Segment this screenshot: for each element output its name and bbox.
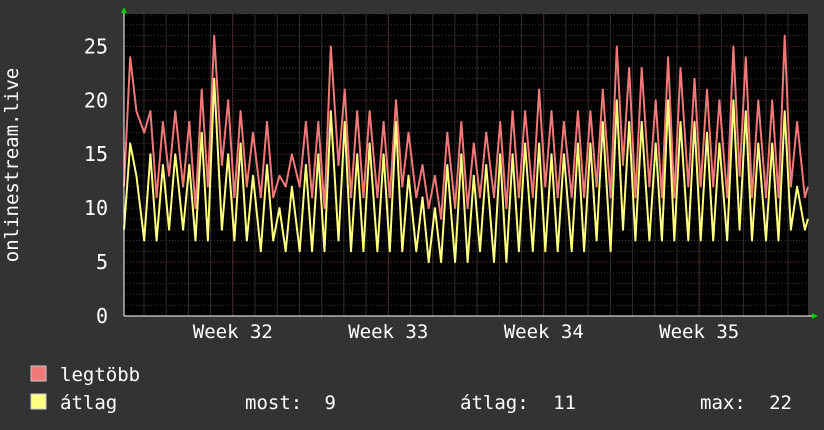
- chart: 0510152025 Week 32 Week 33 Week 34 Week 35 …: [1, 7, 818, 414]
- stat-max-value: 22: [769, 392, 792, 414]
- y-axis-arrow-icon: [121, 7, 127, 13]
- stat-most-value: 9: [325, 392, 336, 414]
- stat-most-label: most:: [245, 392, 302, 414]
- y-tick-label: 15: [84, 142, 108, 166]
- legend-label-legtobb: legtöbb: [60, 364, 140, 386]
- x-tick-label: Week 33: [348, 321, 428, 343]
- x-tick-label: Week 32: [193, 321, 273, 343]
- y-tick-label: 0: [96, 304, 108, 328]
- y-tick-label: 20: [84, 88, 108, 112]
- legend-label-atlag: átlag: [60, 392, 117, 414]
- stat-atlag-label: átlag:: [460, 392, 529, 414]
- x-tick-label: Week 35: [659, 321, 739, 343]
- legend-swatch-atlag: [30, 393, 47, 410]
- y-tick-label: 25: [84, 34, 108, 58]
- stat-atlag-value: 11: [553, 392, 576, 414]
- y-tick-label: 5: [96, 250, 108, 274]
- stats: most: 9 átlag: 11 max: 22: [245, 392, 792, 414]
- x-axis-arrow-icon: [812, 313, 818, 319]
- x-tick-labels: Week 32 Week 33 Week 34 Week 35: [193, 321, 739, 343]
- x-tick-label: Week 34: [504, 321, 584, 343]
- y-tick-label: 10: [84, 196, 108, 220]
- y-axis-label: onlinestream.live: [1, 68, 23, 262]
- legend: legtöbb átlag: [30, 364, 140, 414]
- y-tick-labels: 0 5 10 15 20 25: [84, 34, 108, 328]
- legend-swatch-legtobb: [30, 365, 47, 382]
- stat-max-label: max:: [700, 392, 746, 414]
